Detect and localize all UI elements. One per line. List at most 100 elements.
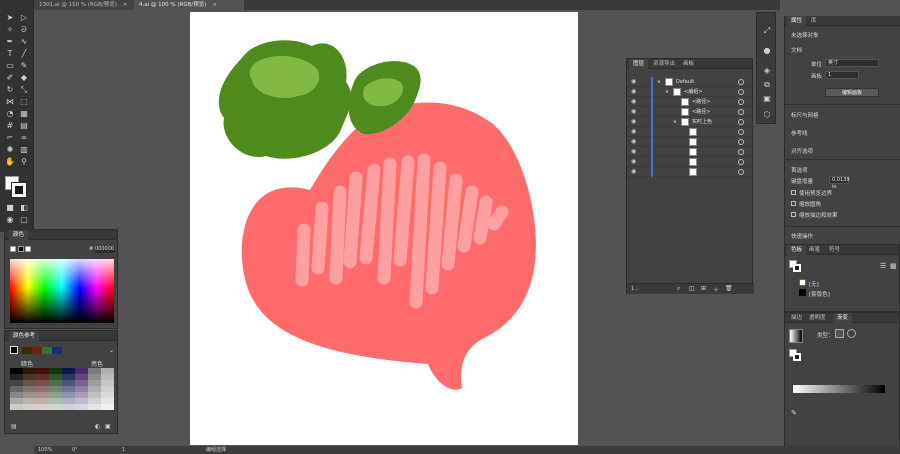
guide-color-cell[interactable] [88,404,101,410]
layer-row[interactable]: ◉ [627,127,754,137]
guide-color-cell[interactable] [49,404,62,410]
hex-input[interactable]: 000000 [95,246,115,253]
visibility-eye-icon[interactable]: ◉ [631,128,636,135]
base-color-swatch[interactable] [10,346,18,354]
tab-stroke[interactable]: 描边 [787,313,806,323]
layer-row[interactable]: ◉ [627,157,754,167]
delete-layer-icon[interactable]: 🗑 [725,285,733,292]
keyboard-increment-input[interactable]: 0.0139 in [829,176,850,190]
expand-arrow-icon[interactable]: ∨ [657,77,661,87]
preview-bounds-checkbox[interactable] [791,190,796,195]
tab-brushes[interactable]: 画笔 [805,245,824,255]
document-tab-1301[interactable]: 1301.ai @ 150 % (RGB/预览) × [34,0,134,10]
guide-color-cell[interactable] [36,404,49,410]
tab-asset-export[interactable]: 资源导出 [649,59,679,69]
tab-layers[interactable]: 图层 [629,59,649,69]
layer-row[interactable]: ◉ [627,137,754,147]
layer-row[interactable]: ◉ ∨ <编组> [627,87,754,97]
blend-tool-icon[interactable]: ∞ [18,132,30,143]
layer-row[interactable]: ◉ <路径> [627,107,754,117]
target-circle-icon[interactable] [738,119,744,125]
mesh-tool-icon[interactable]: # [4,120,16,131]
layer-row[interactable]: ◉ ∨ Default [627,77,754,87]
stroke-indicator[interactable] [793,264,801,272]
target-circle-icon[interactable] [738,99,744,105]
list-view-icon[interactable]: ☰ [880,262,886,270]
visibility-eye-icon[interactable]: ◉ [631,138,636,145]
type-tool-icon[interactable]: T [4,48,16,59]
harmony-swatch-4[interactable] [52,347,62,354]
scale-tool-icon[interactable]: ⤡ [18,84,30,95]
tab-properties[interactable]: 属性 [787,16,807,26]
gradient-tool-icon[interactable]: ▤ [18,120,30,131]
document-tab-4[interactable]: 4.ai @ 100 % (RGB/预览) × [134,0,244,10]
harmony-swatch-1[interactable] [22,347,32,354]
target-circle-icon[interactable] [738,89,744,95]
magic-wand-tool-icon[interactable]: ✧ [4,24,16,35]
color-guide-title[interactable]: 颜色参考 [9,331,40,341]
clipping-mask-icon[interactable]: ◫ [689,285,695,292]
artboards-icon[interactable]: ⧉ [761,79,773,91]
graph-tool-icon[interactable]: ▥ [18,144,30,155]
target-circle-icon[interactable] [738,149,744,155]
hand-tool-icon[interactable]: ✋ [4,156,16,167]
layer-row[interactable]: ◉ <路径> [627,97,754,107]
width-tool-icon[interactable]: ⋈ [4,96,16,107]
shaper-tool-icon[interactable]: ✐ [4,72,16,83]
visibility-eye-icon[interactable]: ◉ [631,158,636,165]
linear-gradient-button[interactable] [835,329,844,338]
selection-tool-icon[interactable]: ➤ [4,12,16,23]
screen-mode-icon[interactable]: ▢ [18,214,30,225]
visibility-eye-icon[interactable]: ◉ [631,78,636,85]
zoom-level[interactable]: 100% [38,446,52,454]
visibility-eye-icon[interactable]: ◉ [631,108,636,115]
swatch-library-icon[interactable]: ▤ [11,423,17,430]
perspective-tool-icon[interactable]: ▦ [18,108,30,119]
edit-artboards-button[interactable]: 编辑画板 [825,88,879,97]
3d-icon[interactable]: ⬡ [761,109,773,121]
guide-color-cell[interactable] [101,404,114,410]
tab-libraries[interactable]: 库 [807,16,821,26]
layer-row[interactable]: ◉ [627,147,754,157]
visibility-eye-icon[interactable]: ◉ [631,88,636,95]
pen-tool-icon[interactable]: ✒ [4,36,16,47]
visibility-eye-icon[interactable]: ◉ [631,168,636,175]
artwork[interactable] [190,12,578,445]
rotate-tool-icon[interactable]: ↻ [4,84,16,95]
black-color-icon[interactable] [18,246,24,252]
layer-row[interactable]: ◉ ∨ 实时上色 [627,117,754,127]
lasso-tool-icon[interactable]: ᘐ [18,24,30,35]
unit-select[interactable]: 英寸 [825,59,879,67]
line-tool-icon[interactable]: ╱ [18,48,30,59]
tab-gradient[interactable]: 渐变 [833,313,853,323]
tab-symbols[interactable]: 符号 [825,245,844,255]
stroke-indicator[interactable] [793,353,801,361]
edit-colors-icon[interactable]: ◐ [95,423,100,430]
expand-arrow-icon[interactable]: ∨ [673,117,677,127]
guide-color-cell[interactable] [62,404,75,410]
scale-strokes-checkbox[interactable] [791,212,796,217]
none-swatch-icon[interactable] [799,279,806,286]
scale-corners-checkbox[interactable] [791,201,796,206]
color-panel-title[interactable]: 颜色 [9,230,29,240]
guide-color-cell[interactable] [23,404,36,410]
close-icon[interactable]: × [123,2,128,8]
guide-color-cell[interactable] [10,404,23,410]
target-circle-icon[interactable] [738,79,744,85]
rectangle-tool-icon[interactable]: ▭ [4,60,16,71]
new-sublayer-icon[interactable]: ⊞ [701,285,706,292]
color-guide-grid[interactable] [10,368,114,410]
registration-swatch-icon[interactable] [799,289,806,296]
layers-icon[interactable]: ◈ [761,65,773,77]
libraries-icon[interactable]: ▣ [761,93,773,105]
close-icon[interactable]: × [212,2,217,8]
target-circle-icon[interactable] [738,159,744,165]
target-circle-icon[interactable] [738,169,744,175]
harmony-swatch-2[interactable] [32,347,42,354]
gradient-mode-icon[interactable]: ◧ [18,202,30,213]
paintbrush-tool-icon[interactable]: ✎ [18,60,30,71]
gradient-ramp[interactable] [793,385,885,393]
artboard-number[interactable]: 1 [122,446,125,454]
layer-row[interactable]: ◉ [627,167,754,177]
grid-view-icon[interactable]: ▦ [890,262,897,270]
